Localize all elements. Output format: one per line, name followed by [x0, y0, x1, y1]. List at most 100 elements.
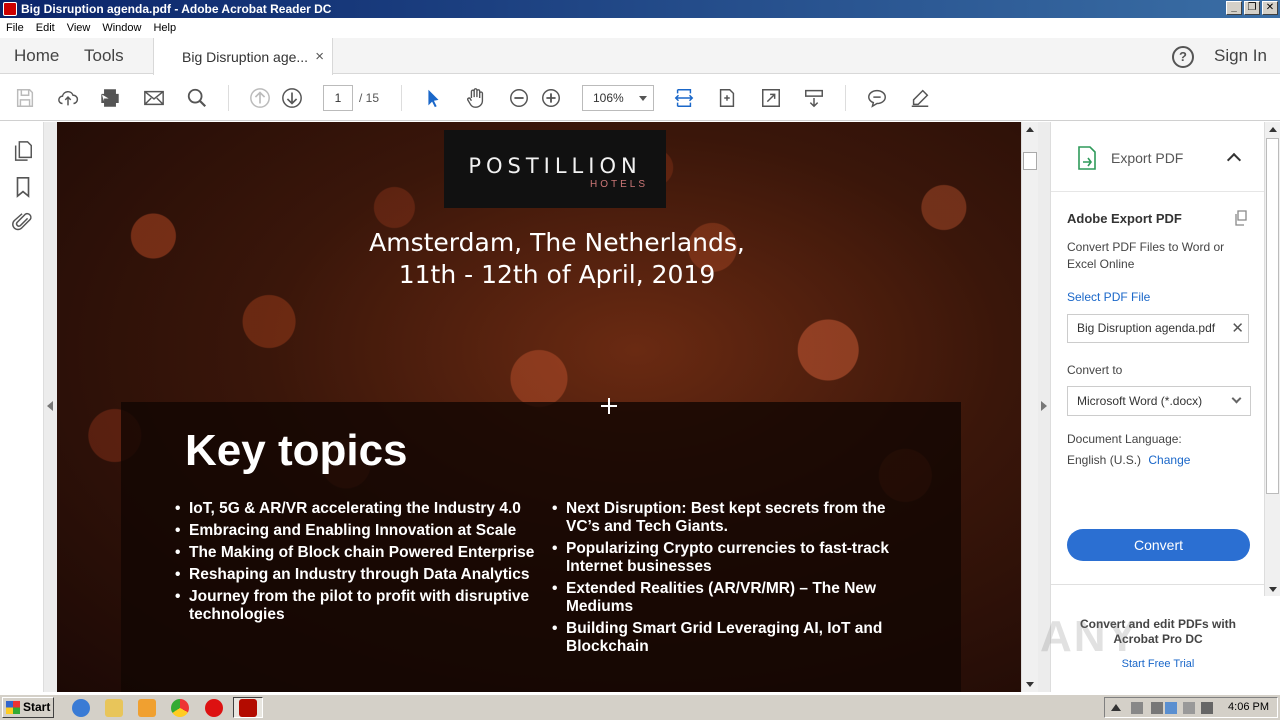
- help-icon[interactable]: ?: [1172, 46, 1194, 68]
- topic-item: The Making of Block chain Powered Enterp…: [175, 544, 555, 562]
- minimize-button[interactable]: _: [1226, 1, 1242, 15]
- chevron-down-icon: [1231, 393, 1242, 404]
- security-tray-icon[interactable]: [1201, 702, 1213, 714]
- page-total: / 15: [359, 91, 380, 105]
- menu-file[interactable]: File: [0, 22, 30, 34]
- change-language-link[interactable]: Change: [1148, 453, 1190, 467]
- clear-file-icon[interactable]: ✕: [1229, 315, 1244, 342]
- topic-item: Embracing and Enabling Innovation at Sca…: [175, 522, 555, 540]
- volume-tray-icon[interactable]: [1183, 702, 1195, 714]
- arrow-up-icon: [1269, 127, 1277, 132]
- search-icon[interactable]: [185, 86, 209, 110]
- selected-file-field[interactable]: Big Disruption agenda.pdf ✕: [1067, 314, 1249, 343]
- export-pdf-title: Export PDF: [1111, 150, 1184, 166]
- windows-logo-icon: [6, 701, 20, 714]
- scroll-up-button[interactable]: [1022, 122, 1038, 138]
- close-tab-icon[interactable]: ×: [315, 38, 324, 76]
- document-language-label: Document Language:: [1067, 432, 1182, 446]
- upload-cloud-icon[interactable]: [56, 86, 80, 110]
- zoom-level-select[interactable]: 106%: [582, 85, 654, 111]
- flag-tray-icon[interactable]: [1131, 702, 1143, 714]
- main-toolbar: 1 / 15 106%: [0, 75, 1280, 121]
- tab-tools[interactable]: Tools: [84, 38, 124, 74]
- hand-tool-icon[interactable]: [464, 86, 488, 110]
- fit-page-icon[interactable]: [672, 86, 696, 110]
- location-line2: 11th - 12th of April, 2019: [398, 260, 716, 289]
- clock[interactable]: 4:06 PM: [1228, 698, 1269, 717]
- sign-in-link[interactable]: Sign In: [1214, 38, 1267, 74]
- left-pane-toggle[interactable]: [44, 122, 57, 692]
- page-thumbnails-icon[interactable]: [12, 140, 34, 162]
- menu-edit[interactable]: Edit: [30, 22, 61, 34]
- right-pane-toggle[interactable]: [1038, 122, 1050, 692]
- menu-view[interactable]: View: [61, 22, 97, 34]
- event-location: Amsterdam, The Netherlands, 11th - 12th …: [357, 227, 757, 291]
- highlight-pen-icon[interactable]: [908, 86, 932, 110]
- internet-explorer-icon[interactable]: [72, 699, 90, 717]
- document-scrollbar[interactable]: [1021, 122, 1038, 692]
- topics-right-column: Next Disruption: Best kept secrets from …: [552, 500, 912, 660]
- chrome-icon[interactable]: [171, 699, 189, 717]
- toolbar-separator: [845, 85, 846, 111]
- crosshair-cursor-icon: [601, 398, 617, 414]
- topic-item: Extended Realities (AR/VR/MR) – The New …: [552, 580, 912, 616]
- zoom-level-value: 106%: [593, 91, 624, 105]
- bookmark-icon[interactable]: [12, 176, 34, 198]
- menu-window[interactable]: Window: [96, 22, 147, 34]
- close-window-button[interactable]: ✕: [1262, 1, 1278, 15]
- print-icon[interactable]: [98, 86, 122, 110]
- tab-document[interactable]: Big Disruption age... ×: [153, 38, 333, 75]
- menu-help[interactable]: Help: [147, 22, 182, 34]
- rotate-view-icon[interactable]: [715, 86, 739, 110]
- tab-home[interactable]: Home: [14, 38, 59, 74]
- copy-icon[interactable]: [1233, 210, 1249, 226]
- document-language: English (U.S.) Change: [1067, 453, 1190, 467]
- acrobat-taskbar-button[interactable]: [233, 697, 263, 718]
- window-title: Big Disruption agenda.pdf - Adobe Acroba…: [21, 2, 332, 16]
- start-label: Start: [23, 700, 51, 714]
- convert-to-select[interactable]: Microsoft Word (*.docx): [1067, 386, 1251, 416]
- select-pdf-file-link[interactable]: Select PDF File: [1067, 290, 1150, 304]
- pane-scrollbar[interactable]: [1264, 122, 1280, 596]
- comment-icon[interactable]: [865, 86, 889, 110]
- topic-item: Next Disruption: Best kept secrets from …: [552, 500, 912, 536]
- location-line1: Amsterdam, The Netherlands,: [369, 228, 745, 257]
- export-pdf-header[interactable]: Export PDF: [1051, 122, 1265, 192]
- opera-icon[interactable]: [205, 699, 223, 717]
- scroll-down-button[interactable]: [1022, 676, 1038, 692]
- file-explorer-icon[interactable]: [105, 699, 123, 717]
- convert-to-label: Convert to: [1067, 363, 1123, 377]
- pdf-page-view[interactable]: POSTILLION HOTELS Amsterdam, The Netherl…: [57, 122, 1021, 692]
- zoom-in-icon[interactable]: [539, 86, 563, 110]
- scroll-thumb[interactable]: [1023, 152, 1037, 170]
- zoom-out-icon[interactable]: [507, 86, 531, 110]
- page-number-input[interactable]: 1: [323, 85, 353, 111]
- save-icon[interactable]: [13, 86, 37, 110]
- user-tray-icon[interactable]: [1151, 702, 1163, 714]
- convert-button[interactable]: Convert: [1067, 529, 1250, 561]
- media-player-icon[interactable]: [138, 699, 156, 717]
- full-screen-icon[interactable]: [759, 86, 783, 110]
- window-controls: _ ❐ ✕: [1226, 1, 1278, 15]
- pane-scroll-up-button[interactable]: [1265, 122, 1280, 137]
- document-language-value: English (U.S.): [1067, 453, 1142, 467]
- toolbar-separator: [228, 85, 229, 111]
- pane-scroll-thumb[interactable]: [1266, 138, 1279, 494]
- tray-expand-icon[interactable]: [1111, 704, 1121, 711]
- restore-button[interactable]: ❐: [1244, 1, 1260, 15]
- topic-item: IoT, 5G & AR/VR accelerating the Industr…: [175, 500, 555, 518]
- select-cursor-icon[interactable]: [421, 86, 445, 110]
- topic-item: Reshaping an Industry through Data Analy…: [175, 566, 555, 584]
- start-button[interactable]: Start: [2, 697, 54, 718]
- scroll-mode-icon[interactable]: [802, 86, 826, 110]
- tab-bar: Home Tools Big Disruption age... × ? Sig…: [0, 38, 1280, 75]
- next-page-icon[interactable]: [280, 86, 304, 110]
- menu-bar: File Edit View Window Help: [0, 18, 1280, 38]
- previous-page-icon[interactable]: [248, 86, 272, 110]
- toolbar-separator: [401, 85, 402, 111]
- chevron-up-icon[interactable]: [1226, 152, 1242, 168]
- pane-scroll-down-button[interactable]: [1265, 581, 1280, 596]
- attachment-icon[interactable]: [12, 211, 34, 233]
- network-tray-icon[interactable]: [1165, 702, 1177, 714]
- email-icon[interactable]: [142, 86, 166, 110]
